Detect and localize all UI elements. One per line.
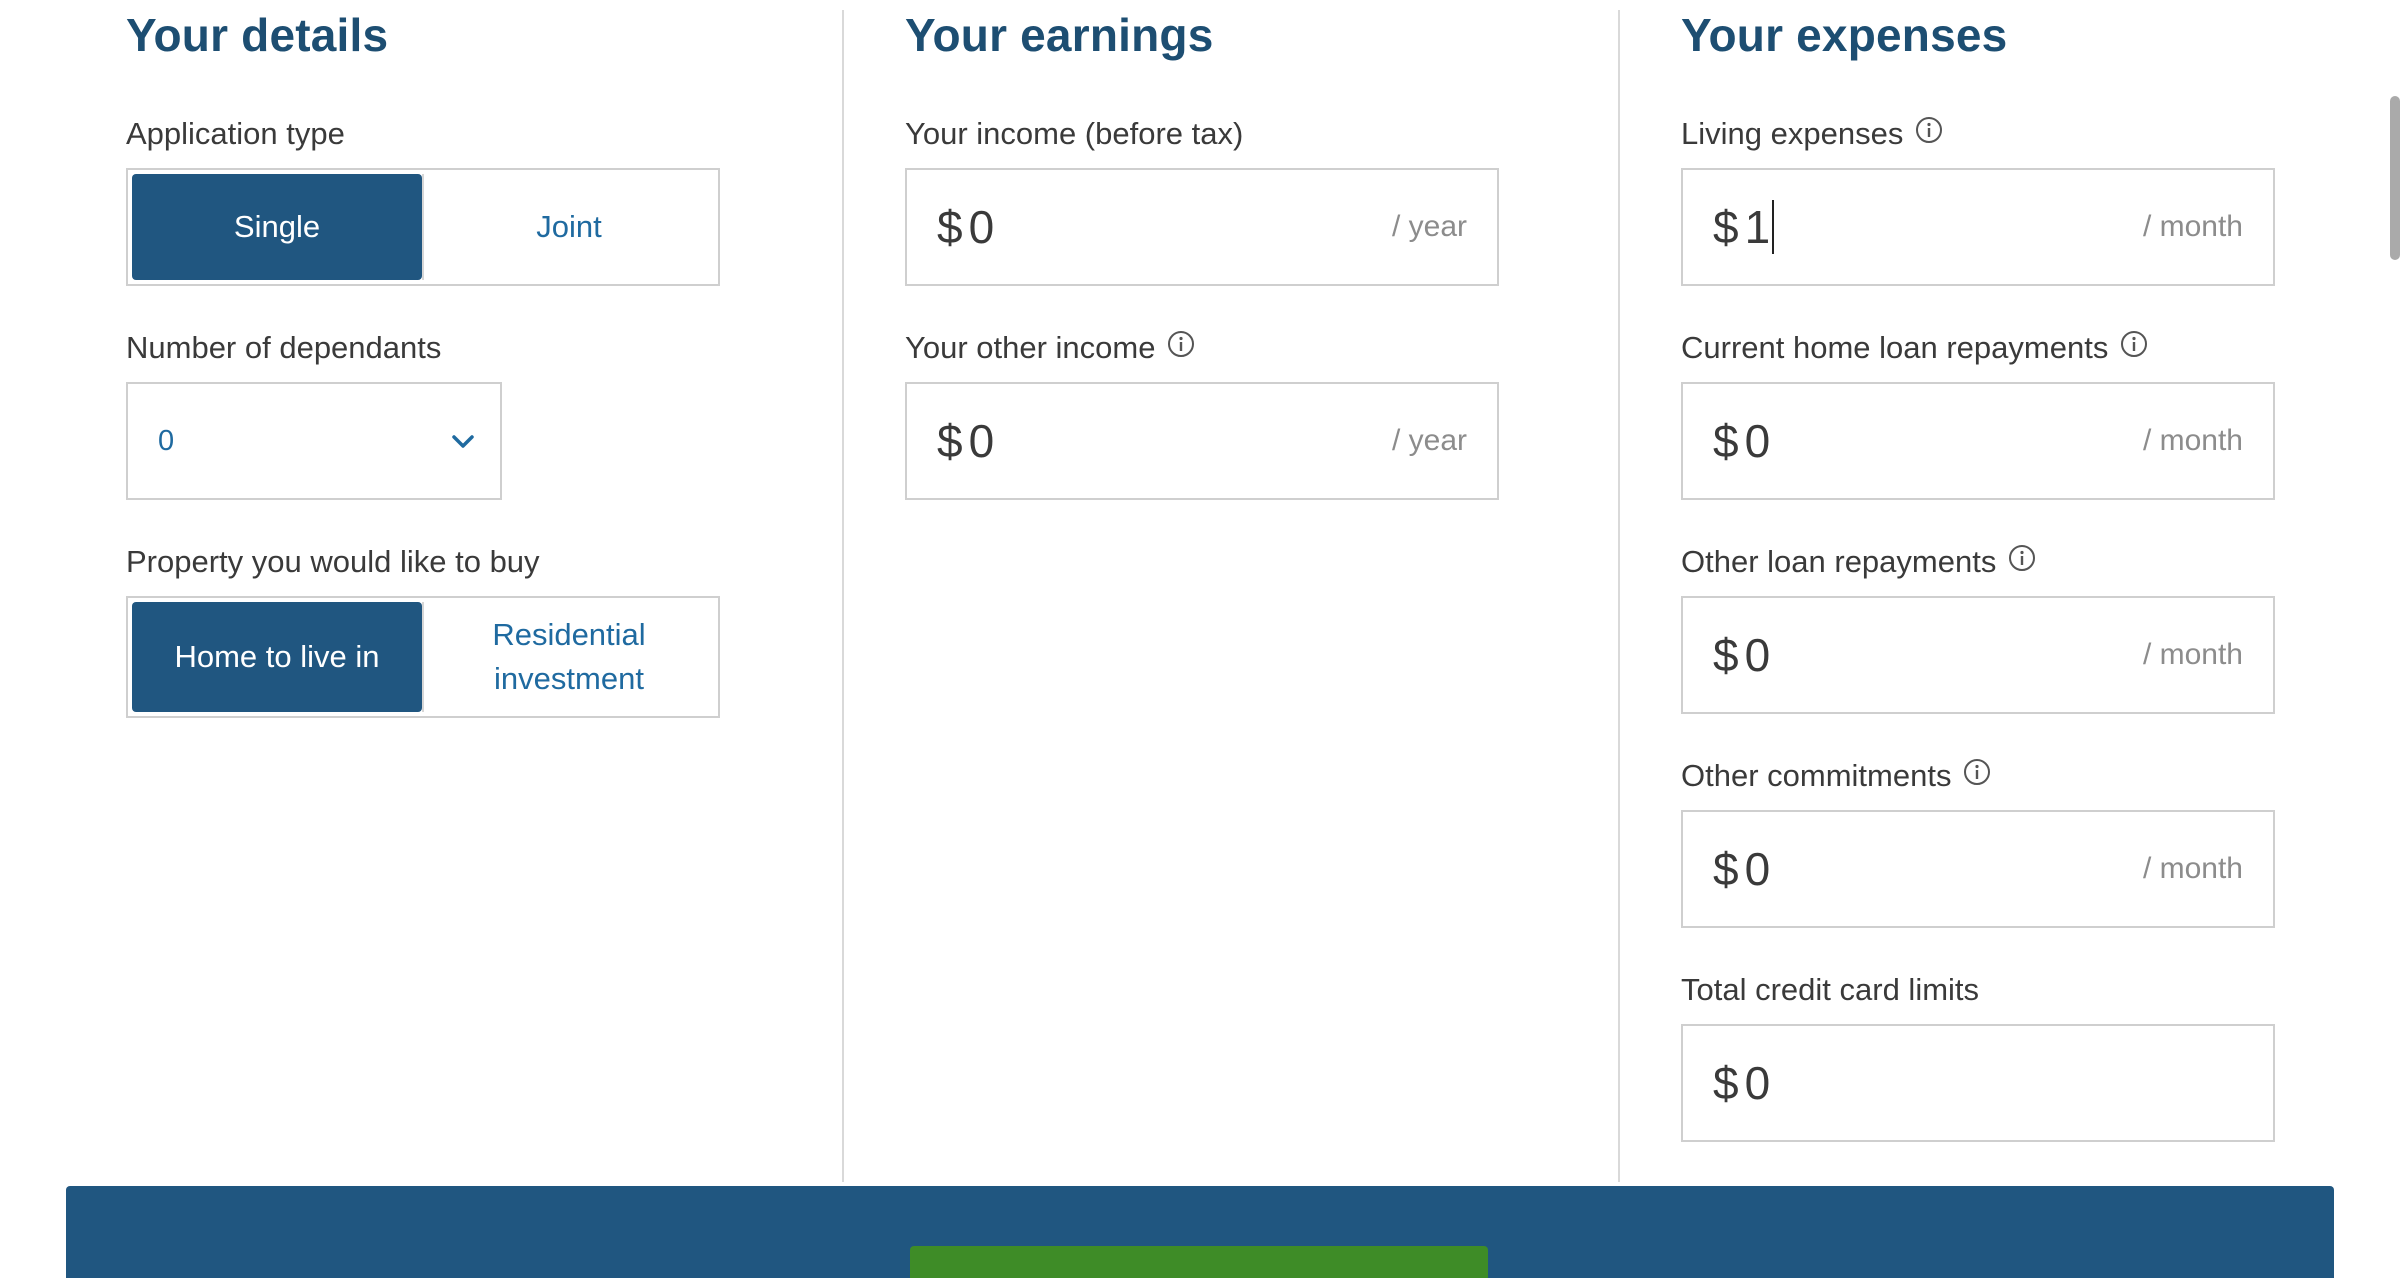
income-label: Your income (before tax) xyxy=(905,116,1243,152)
other-loan-unit: / month xyxy=(2142,638,2243,671)
info-icon[interactable] xyxy=(1167,330,1195,358)
application-type-toggle: Single Joint xyxy=(126,168,720,286)
home-loan-label: Current home loan repayments xyxy=(1681,330,2148,366)
info-icon[interactable] xyxy=(1915,116,1943,144)
dependants-label: Number of dependants xyxy=(126,330,441,366)
other-loan-label: Other loan repayments xyxy=(1681,544,2036,580)
income-value: 0 xyxy=(968,201,995,253)
chevron-down-icon xyxy=(450,428,476,454)
living-expenses-unit: / month xyxy=(2142,210,2243,243)
other-income-label: Your other income xyxy=(905,330,1195,366)
property-label: Property you would like to buy xyxy=(126,544,540,580)
living-expenses-label-text: Living expenses xyxy=(1681,116,1904,151)
home-loan-value: 0 xyxy=(1744,415,1771,467)
dependants-select[interactable]: 0 xyxy=(126,382,502,500)
living-expenses-label: Living expenses xyxy=(1681,116,1943,152)
residential-line-1: Residential xyxy=(492,617,646,652)
info-icon[interactable] xyxy=(2120,330,2148,358)
commitments-input[interactable]: $ 0 / month xyxy=(1681,810,2275,928)
income-input[interactable]: $ 0 / year xyxy=(905,168,1499,286)
other-income-input[interactable]: $ 0 / year xyxy=(905,382,1499,500)
column-divider xyxy=(1618,10,1620,1182)
credit-limits-label: Total credit card limits xyxy=(1681,972,1979,1008)
calculate-button[interactable] xyxy=(910,1246,1488,1278)
income-unit: / year xyxy=(1391,210,1467,243)
other-loan-value: 0 xyxy=(1744,629,1771,681)
currency-symbol: $ xyxy=(937,415,963,467)
text-caret xyxy=(1772,200,1775,254)
property-type-toggle: Home to live in Residential investment xyxy=(126,596,720,718)
property-label-text: Property you would like to buy xyxy=(126,544,540,579)
other-loan-label-text: Other loan repayments xyxy=(1681,544,1997,579)
other-income-label-text: Your other income xyxy=(905,330,1156,365)
living-expenses-value: 1 xyxy=(1744,201,1771,253)
borrowing-calculator-page: Your details Application type Single Joi… xyxy=(0,0,2400,1278)
application-type-label-text: Application type xyxy=(126,116,345,151)
currency-symbol: $ xyxy=(1713,1057,1739,1109)
credit-limits-input[interactable]: $ 0 xyxy=(1681,1024,2275,1142)
commitments-label-text: Other commitments xyxy=(1681,758,1952,793)
dependants-value: 0 xyxy=(158,424,175,457)
currency-symbol: $ xyxy=(1713,843,1739,895)
currency-symbol: $ xyxy=(1713,201,1739,253)
home-loan-label-text: Current home loan repayments xyxy=(1681,330,2109,365)
residential-investment-button[interactable]: Residential investment xyxy=(422,602,714,712)
single-option-button[interactable]: Single xyxy=(132,174,422,280)
earnings-title: Your earnings xyxy=(905,9,1214,61)
income-label-text: Your income (before tax) xyxy=(905,116,1244,151)
currency-symbol: $ xyxy=(1713,629,1739,681)
info-icon[interactable] xyxy=(1963,758,1991,786)
credit-limits-label-text: Total credit card limits xyxy=(1681,972,1980,1007)
dependants-label-text: Number of dependants xyxy=(126,330,442,365)
info-icon[interactable] xyxy=(2008,544,2036,572)
results-band xyxy=(66,1186,2334,1278)
currency-symbol: $ xyxy=(1713,415,1739,467)
column-divider xyxy=(842,10,844,1182)
home-to-live-in-button[interactable]: Home to live in xyxy=(132,602,422,712)
credit-limits-value: 0 xyxy=(1744,1057,1771,1109)
other-loan-input[interactable]: $ 0 / month xyxy=(1681,596,2275,714)
commitments-unit: / month xyxy=(2142,852,2243,885)
residential-line-2: investment xyxy=(494,661,644,696)
application-type-label: Application type xyxy=(126,116,345,152)
scrollbar-thumb[interactable] xyxy=(2390,96,2400,260)
details-title: Your details xyxy=(126,9,389,61)
currency-symbol: $ xyxy=(937,201,963,253)
expenses-title: Your expenses xyxy=(1681,9,2008,61)
commitments-label: Other commitments xyxy=(1681,758,1991,794)
living-expenses-amount: 1 xyxy=(1745,200,2143,254)
living-expenses-input[interactable]: $ 1 / month xyxy=(1681,168,2275,286)
home-loan-unit: / month xyxy=(2142,424,2243,457)
home-loan-input[interactable]: $ 0 / month xyxy=(1681,382,2275,500)
joint-option-button[interactable]: Joint xyxy=(422,174,714,280)
other-income-unit: / year xyxy=(1391,424,1467,457)
other-income-value: 0 xyxy=(968,415,995,467)
commitments-value: 0 xyxy=(1744,843,1771,895)
